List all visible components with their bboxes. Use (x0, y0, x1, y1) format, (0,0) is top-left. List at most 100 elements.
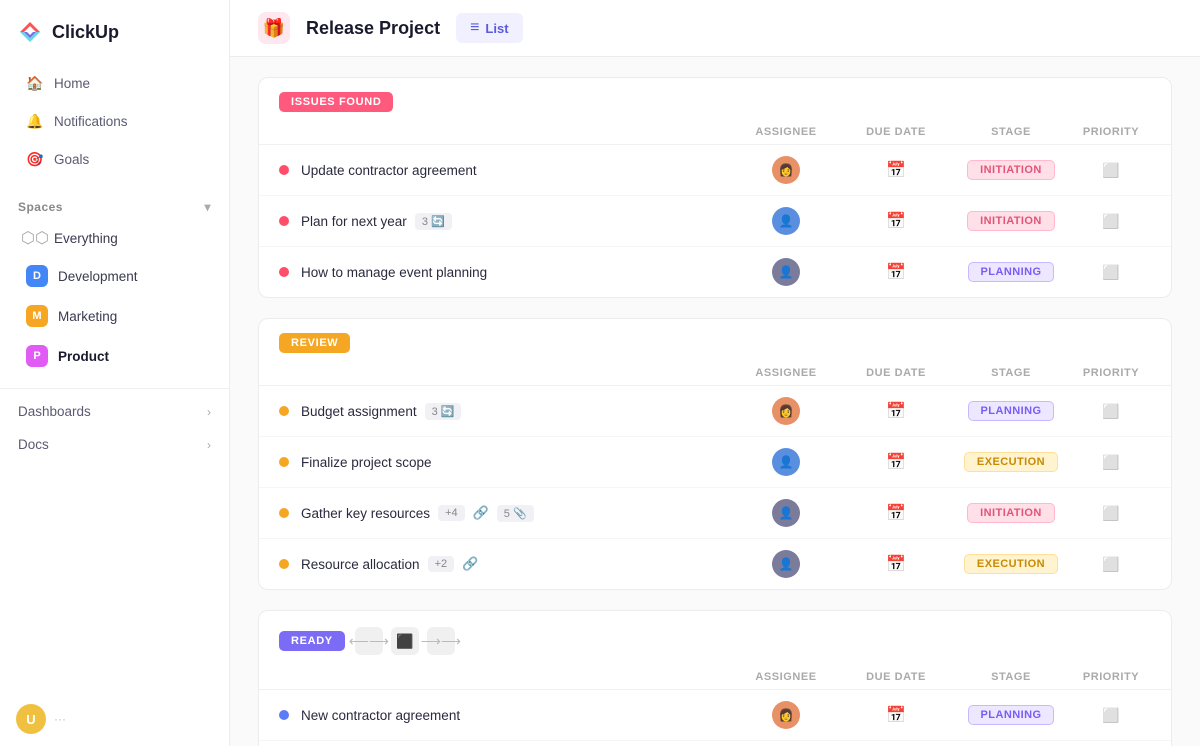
stage-badge[interactable]: PLANNING (968, 401, 1055, 421)
task-extra-badge: +2 (428, 556, 455, 572)
priority-icon: ⬜ (1102, 264, 1119, 281)
sidebar-item-dashboards[interactable]: Dashboards › (0, 395, 229, 428)
logo-text: ClickUp (52, 22, 119, 43)
task-row[interactable]: Budget assignment 3 🔄 👩 📅 PLANNING ⬜ (259, 386, 1171, 437)
logo: ClickUp (0, 0, 229, 60)
stage-badge[interactable]: INITIATION (967, 160, 1055, 180)
task-row[interactable]: Plan for next year 3 🔄 👤 📅 INITIATION ⬜ (259, 196, 1171, 247)
task-row[interactable]: Finalize project scope 👤 📅 EXECUTION ⬜ (259, 437, 1171, 488)
col-stage-label: STAGE (951, 671, 1071, 683)
list-view-tab[interactable]: ≡ List (456, 13, 522, 43)
group-review: REVIEW ASSIGNEE DUE DATE STAGE PRIORITY … (258, 318, 1172, 590)
assignee-cell: 👩 (731, 397, 841, 425)
product-label: Product (58, 349, 109, 364)
avatar: 👤 (772, 207, 800, 235)
spaces-chevron[interactable]: ▾ (204, 200, 211, 214)
assignee-cell: 👩 (731, 156, 841, 184)
toolbar-btn-2[interactable]: ⬛ (391, 627, 419, 655)
product-dot: P (26, 345, 48, 367)
user-avatar[interactable]: U (16, 704, 46, 734)
sidebar-item-marketing[interactable]: M Marketing (8, 297, 221, 335)
dashboards-chevron: › (207, 405, 211, 419)
review-badge[interactable]: REVIEW (279, 333, 350, 353)
sidebar-item-development[interactable]: D Development (8, 257, 221, 295)
calendar-icon: 📅 (886, 503, 906, 523)
task-row[interactable]: New contractor agreement 👩 📅 PLANNING ⬜ (259, 690, 1171, 741)
everything-label: Everything (54, 231, 118, 246)
task-attachment-badge: 5 📎 (497, 505, 534, 522)
avatar: 👩 (772, 701, 800, 729)
task-row[interactable]: How to manage event planning 👤 📅 PLANNIN… (259, 247, 1171, 297)
priority-cell: ⬜ (1071, 556, 1151, 573)
col-priority-label: PRIORITY (1071, 126, 1151, 138)
date-cell: 📅 (841, 211, 951, 231)
priority-icon: ⬜ (1102, 556, 1119, 573)
everything-icon: ⬡⬡ (26, 229, 44, 247)
task-extra-badge: +4 (438, 505, 465, 521)
task-row[interactable]: Update contractor agreement 👩 📅 INITIATI… (259, 145, 1171, 196)
sidebar-item-notifications[interactable]: 🔔 Notifications (8, 103, 221, 139)
col-duedate-label: DUE DATE (841, 671, 951, 683)
stage-badge[interactable]: EXECUTION (964, 554, 1058, 574)
list-icon: ≡ (470, 19, 479, 37)
stage-cell: EXECUTION (951, 554, 1071, 574)
toolbar-btn-1[interactable]: ⟵⟶ (355, 627, 383, 655)
sidebar-item-docs[interactable]: Docs › (0, 428, 229, 461)
ready-columns: ASSIGNEE DUE DATE STAGE PRIORITY (259, 667, 1171, 690)
assignee-cell: 👤 (731, 499, 841, 527)
avatar: 👩 (772, 156, 800, 184)
development-dot: D (26, 265, 48, 287)
ready-badge[interactable]: READY (279, 631, 345, 651)
task-row[interactable]: Resource allocation +2 🔗 👤 📅 EXECUTION ⬜ (259, 539, 1171, 589)
avatar: 👤 (772, 448, 800, 476)
date-cell: 📅 (841, 401, 951, 421)
priority-cell: ⬜ (1071, 403, 1151, 420)
task-row[interactable]: Refresh company website 5 📎 👩 📅 EXECUTIO… (259, 741, 1171, 746)
calendar-icon: 📅 (886, 452, 906, 472)
assignee-cell: 👤 (731, 550, 841, 578)
priority-cell: ⬜ (1071, 454, 1151, 471)
stage-cell: PLANNING (951, 262, 1071, 282)
task-row[interactable]: Gather key resources +4 🔗 5 📎 👤 📅 INITIA… (259, 488, 1171, 539)
stage-cell: EXECUTION (951, 452, 1071, 472)
marketing-label: Marketing (58, 309, 117, 324)
stage-badge[interactable]: INITIATION (967, 503, 1055, 523)
spaces-label: Spaces (18, 200, 63, 214)
notifications-label: Notifications (54, 114, 128, 129)
user-bottom: U ··· (0, 692, 229, 746)
priority-icon: ⬜ (1102, 403, 1119, 420)
col-priority-label: PRIORITY (1071, 367, 1151, 379)
group-ready: READY ⟵⟶ ⬛ ⟶⟶ ASSIGNEE DUE DATE STAGE PR… (258, 610, 1172, 746)
sidebar-item-everything[interactable]: ⬡⬡ Everything (8, 221, 221, 255)
project-icon: 🎁 (258, 12, 290, 44)
task-status-dot (279, 457, 289, 467)
sidebar-item-goals[interactable]: 🎯 Goals (8, 141, 221, 177)
toolbar-btn-3[interactable]: ⟶⟶ (427, 627, 455, 655)
issues-badge[interactable]: ISSUES FOUND (279, 92, 393, 112)
calendar-icon: 📅 (886, 554, 906, 574)
sidebar: ClickUp 🏠 Home 🔔 Notifications 🎯 Goals S… (0, 0, 230, 746)
group-ready-header: READY ⟵⟶ ⬛ ⟶⟶ (259, 611, 1171, 667)
date-cell: 📅 (841, 262, 951, 282)
priority-cell: ⬜ (1071, 264, 1151, 281)
stage-cell: INITIATION (951, 503, 1071, 523)
bell-icon: 🔔 (26, 112, 44, 130)
sidebar-item-home[interactable]: 🏠 Home (8, 65, 221, 101)
clickup-logo-icon (16, 18, 44, 46)
task-status-dot (279, 267, 289, 277)
stage-badge[interactable]: PLANNING (968, 262, 1055, 282)
sidebar-item-product[interactable]: P Product (8, 337, 221, 375)
stage-badge[interactable]: INITIATION (967, 211, 1055, 231)
stage-badge[interactable]: PLANNING (968, 705, 1055, 725)
link-icon: 🔗 (462, 556, 478, 572)
assignee-cell: 👤 (731, 258, 841, 286)
task-status-dot (279, 216, 289, 226)
stage-badge[interactable]: EXECUTION (964, 452, 1058, 472)
calendar-icon: 📅 (886, 705, 906, 725)
group-toolbar: ⟵⟶ ⬛ ⟶⟶ (355, 625, 455, 657)
task-name: Resource allocation +2 🔗 (301, 556, 731, 572)
spaces-header: Spaces ▾ (0, 190, 229, 220)
priority-icon: ⬜ (1102, 505, 1119, 522)
priority-icon: ⬜ (1102, 213, 1119, 230)
development-label: Development (58, 269, 138, 284)
